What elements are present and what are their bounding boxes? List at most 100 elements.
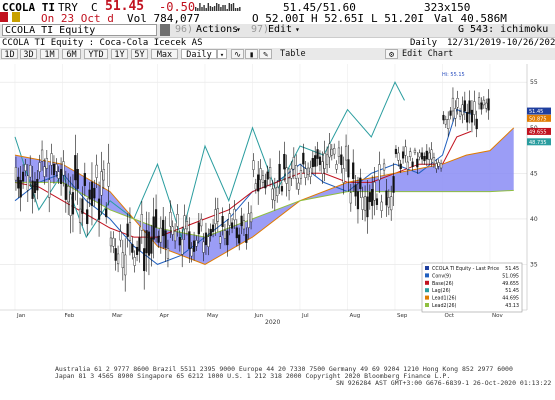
legend-swatch <box>425 288 429 293</box>
candle-body <box>347 159 350 178</box>
period-button-6m[interactable]: 6M <box>62 49 81 60</box>
candle-body <box>128 222 132 241</box>
candle-body <box>52 164 56 176</box>
draw-tool-icon[interactable]: ✎ <box>259 49 272 60</box>
candle-body <box>214 209 217 225</box>
candle-body <box>133 257 136 266</box>
actions-menu[interactable]: Actions <box>196 24 238 35</box>
candle-body <box>221 215 224 227</box>
candle-body <box>264 180 267 189</box>
security-field[interactable]: CCOLA TI Equity <box>2 24 157 36</box>
candle-body <box>17 176 20 189</box>
candle-body <box>442 114 445 121</box>
candle-body <box>112 237 115 247</box>
candle-body <box>121 252 124 269</box>
candle-body <box>463 100 466 112</box>
candle-body <box>145 230 148 254</box>
x-tick-label: Aug <box>350 313 361 319</box>
candle-body <box>233 208 236 221</box>
x-tick-label: Feb <box>65 313 75 319</box>
candle-body <box>458 111 462 117</box>
period-button-5y[interactable]: 5Y <box>131 49 148 60</box>
candle-body <box>280 186 284 192</box>
quote-bar: CCOLA TI TRY C 51.45 -0.50 51.45/51.60 3… <box>0 0 555 25</box>
x-axis-title: 2020 <box>265 319 280 326</box>
candle-chart-icon[interactable]: ▮ <box>245 49 258 60</box>
candle-body <box>366 196 369 218</box>
candle-body <box>342 168 345 183</box>
right-value-label-text: 51.45 <box>529 109 543 115</box>
legend-label: Base(26) <box>432 281 454 287</box>
bloomberg-terminal-window: CCOLA TI TRY C 51.45 -0.50 51.45/51.60 3… <box>0 0 555 400</box>
candle-body <box>223 230 227 239</box>
candle-body <box>109 237 113 247</box>
frequency-chevron-down-icon[interactable]: ▾ <box>217 49 227 59</box>
sparkline-bar <box>226 9 228 11</box>
candle-body <box>285 167 288 184</box>
legend-value: 51.095 <box>502 273 519 279</box>
candle-body <box>211 224 215 232</box>
candle-body <box>154 209 158 228</box>
candle-body <box>150 237 153 254</box>
candle-body <box>480 102 483 110</box>
candle-body <box>124 254 127 276</box>
candle-body <box>470 109 474 123</box>
edit-chevron-down-icon[interactable]: ▾ <box>295 25 300 34</box>
candle-body <box>242 220 246 230</box>
page-id: G 543: ichimoku <box>458 24 549 35</box>
security-field-arrow-icon[interactable] <box>160 24 170 36</box>
candle-body <box>335 164 338 170</box>
footer-session-info: SN 926284 AST GMT+3:00 G676-6839-1 26-Oc… <box>336 379 552 387</box>
candle-body <box>344 145 348 161</box>
candle-body <box>235 227 238 239</box>
candle-body <box>390 196 393 211</box>
candle-body <box>204 232 208 246</box>
table-button[interactable]: Table <box>280 49 306 59</box>
frequency-select[interactable]: Daily <box>181 49 217 60</box>
chart-settings-icon[interactable]: ⚙ <box>385 49 398 60</box>
candle-body <box>333 148 336 155</box>
candle-body <box>38 162 41 172</box>
actions-chevron-down-icon[interactable]: ▾ <box>236 25 241 34</box>
x-tick-label: Jul <box>301 313 309 319</box>
y-tick-label: 55 <box>530 79 538 86</box>
candle-body <box>192 240 196 252</box>
candle-body <box>116 253 120 265</box>
candle-body <box>299 170 303 179</box>
candle-body <box>252 160 255 170</box>
candle-body <box>69 194 72 216</box>
candle-body <box>385 190 388 206</box>
candle-body <box>425 150 428 160</box>
candle-body <box>387 197 390 208</box>
candle-body <box>292 156 295 170</box>
y-tick-label: 35 <box>530 261 538 268</box>
period-button-1d[interactable]: 1D <box>1 49 18 60</box>
legend-label: Conv(9) <box>432 273 451 279</box>
candle-body <box>423 156 426 162</box>
candle-body <box>64 183 67 200</box>
period-button-max[interactable]: Max <box>151 49 178 60</box>
candle-body <box>183 215 186 230</box>
edit-menu[interactable]: Edit <box>268 24 292 35</box>
period-button-1y[interactable]: 1Y <box>111 49 128 60</box>
line-chart-icon[interactable]: ∿ <box>231 49 244 60</box>
candle-body <box>328 143 331 158</box>
period-button-3d[interactable]: 3D <box>20 49 37 60</box>
legend-label: Lead1(26) <box>432 296 457 302</box>
candle-body <box>318 156 322 165</box>
edit-chart-button[interactable]: Edit Chart <box>402 49 453 59</box>
candle-body <box>147 231 151 256</box>
candle-body <box>371 189 374 206</box>
chart-svg: 3540455055 JanFebMarAprMayJunJulAugSepOc… <box>0 60 555 360</box>
candle-body <box>100 171 103 196</box>
candle-body <box>295 165 298 179</box>
sparkline-svg <box>195 3 241 11</box>
candle-body <box>33 181 37 194</box>
sparkline-bar <box>224 5 226 11</box>
candle-body <box>259 168 262 180</box>
x-tick-label: Oct <box>445 313 455 319</box>
period-button-1m[interactable]: 1M <box>40 49 59 60</box>
candle-body <box>240 215 243 227</box>
period-button-ytd[interactable]: YTD <box>84 49 108 60</box>
candle-body <box>197 222 200 235</box>
